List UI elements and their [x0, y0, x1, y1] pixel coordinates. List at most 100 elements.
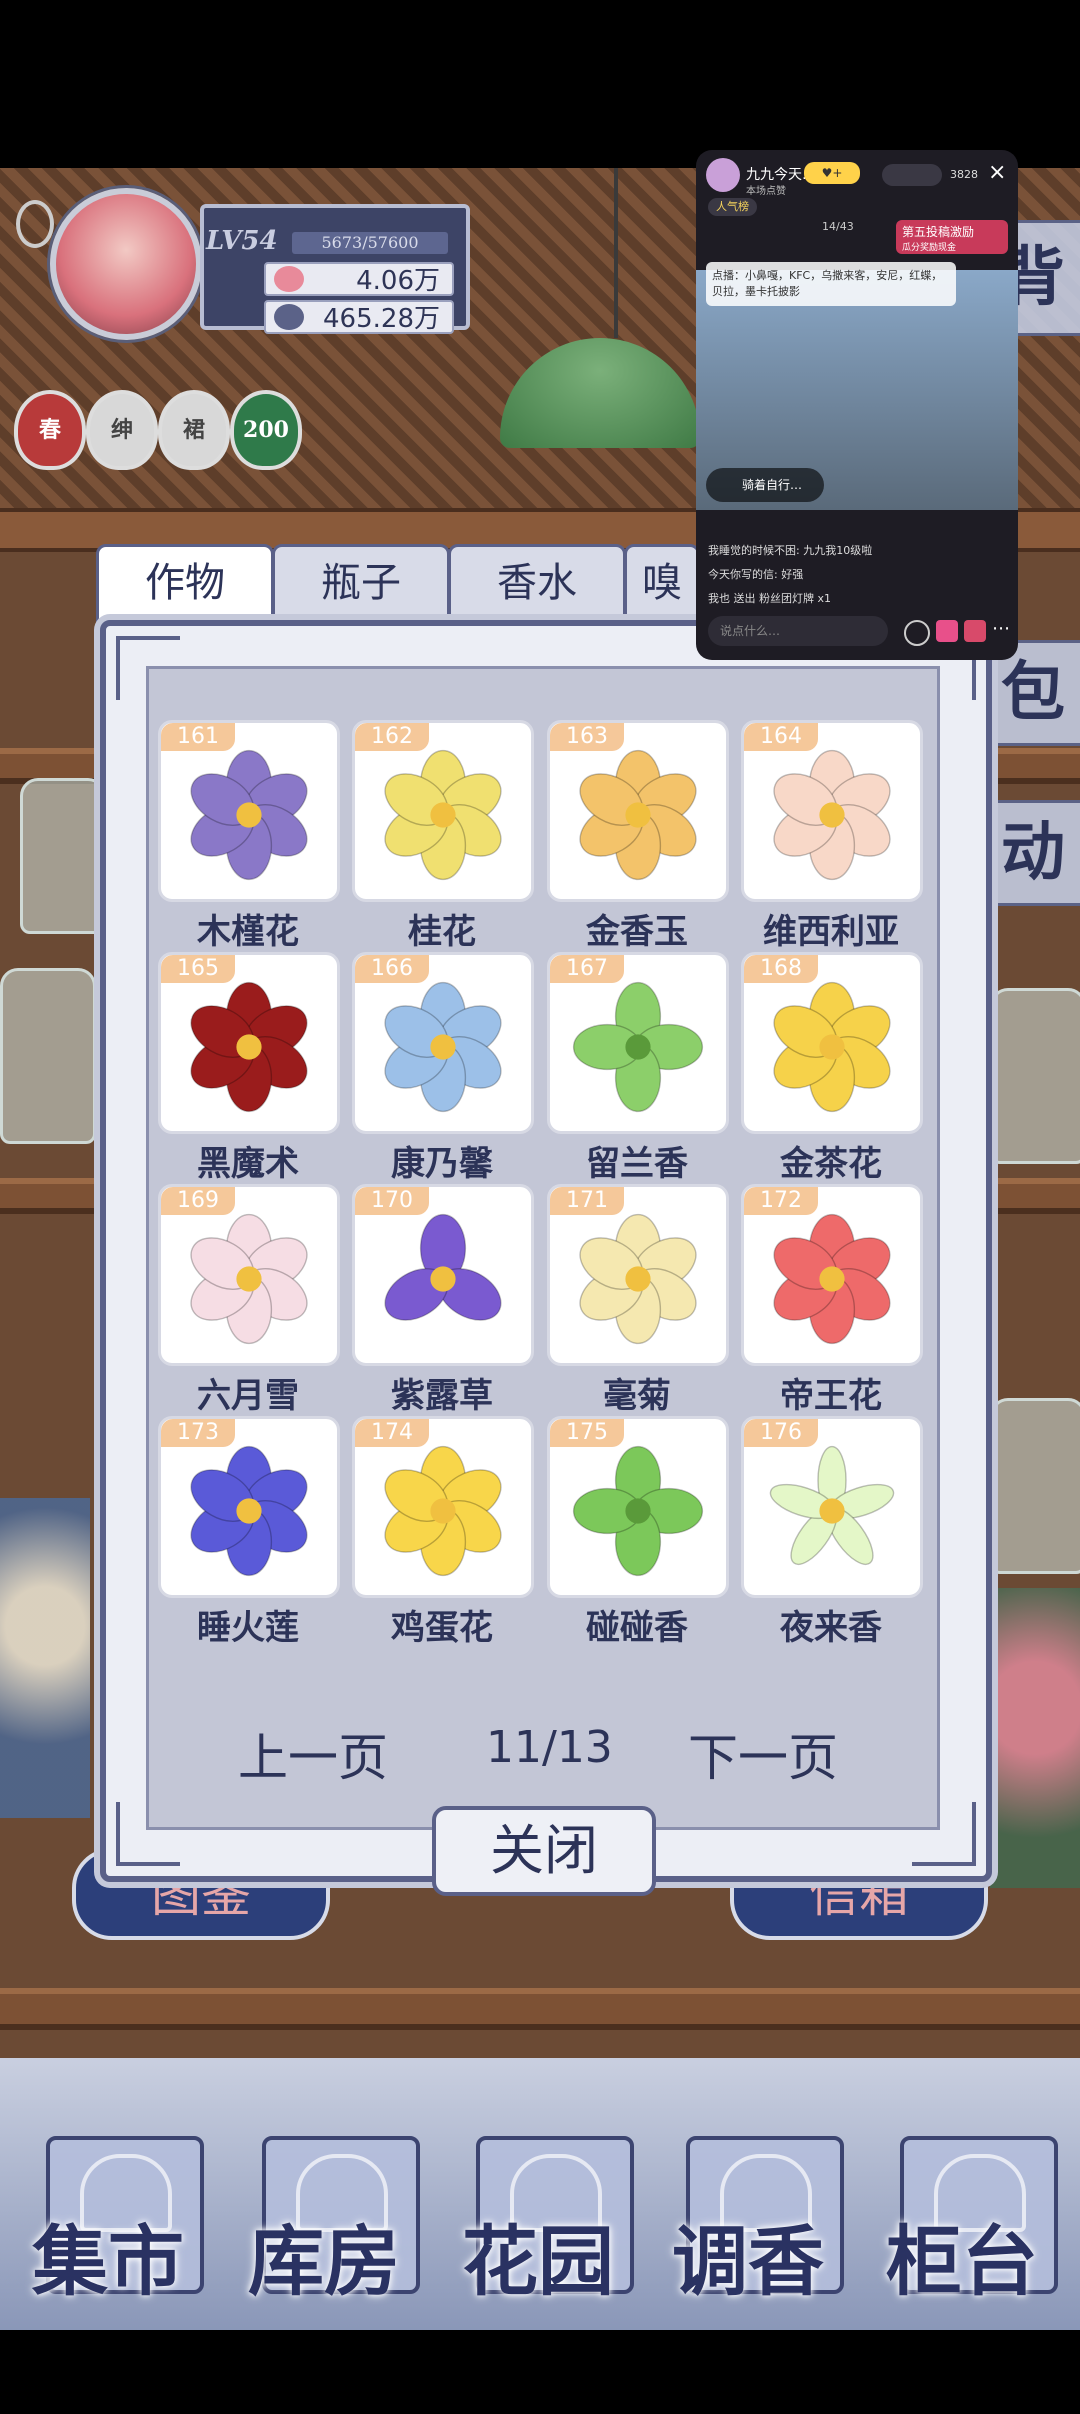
item-card[interactable]: 176: [741, 1416, 923, 1598]
next-page-button[interactable]: 下一页: [688, 1718, 838, 1790]
frame-corner: [912, 1802, 976, 1866]
nav-label: 集市: [32, 2217, 184, 2306]
item-card[interactable]: 167: [547, 952, 729, 1134]
tab-0[interactable]: 作物: [96, 544, 274, 622]
item-card[interactable]: 169: [158, 1184, 340, 1366]
vase-flowers: [990, 1588, 1080, 1888]
item-card[interactable]: 161: [158, 720, 340, 902]
item-card[interactable]: 168: [741, 952, 923, 1134]
streamer-avatar[interactable]: [706, 158, 740, 192]
item-card[interactable]: 170: [352, 1184, 534, 1366]
item-card[interactable]: 175: [547, 1416, 729, 1598]
item-card[interactable]: 172: [741, 1184, 923, 1366]
live-stream-overlay[interactable]: 九九今天… 本场点赞 ♥+ 3828 × 人气榜 14/43 第五投稿激励 瓜分…: [696, 150, 1018, 660]
menu-toggle-icon[interactable]: [16, 200, 54, 248]
tab-3[interactable]: 嗅: [624, 544, 700, 622]
item-name: 留兰香: [586, 1144, 688, 1184]
jar: [990, 988, 1080, 1164]
emoji-icon[interactable]: [904, 620, 930, 646]
side-menu-activity[interactable]: 动: [980, 800, 1080, 906]
close-button[interactable]: 关闭: [432, 1806, 656, 1896]
item-name: 黑魔术: [197, 1144, 299, 1184]
item-name: 夜来香: [780, 1608, 882, 1648]
item-name: 帝王花: [780, 1376, 882, 1416]
item-card[interactable]: 171: [547, 1184, 729, 1366]
chat-message: 今天你写的信: 好强: [708, 568, 804, 581]
more-icon[interactable]: ⋯: [992, 618, 1010, 639]
tab-1[interactable]: 瓶子: [272, 544, 450, 622]
close-icon[interactable]: ×: [988, 160, 1006, 185]
prev-page-button[interactable]: 上一页: [238, 1718, 388, 1790]
item-name: 睡火莲: [197, 1608, 299, 1648]
leaf-cluster-icon: [572, 1445, 704, 1577]
item-name: 康乃馨: [391, 1144, 493, 1184]
star-flower-icon: [769, 1445, 895, 1566]
tab-2[interactable]: 香水: [448, 544, 626, 622]
leaf-currency-icon: [274, 304, 304, 330]
carnation-icon: [384, 981, 502, 1113]
item-card[interactable]: 164: [741, 720, 923, 902]
now-playing[interactable]: 骑着自行…: [706, 468, 824, 502]
chat-message: 我睡觉的时候不困: 九九我10级啦: [708, 544, 873, 557]
buff-badge[interactable]: 绅: [86, 390, 158, 470]
mint-leaf-icon: [572, 981, 704, 1113]
spiderwort-icon: [384, 1213, 502, 1321]
chat-message: 我也 送出 粉丝团灯牌 x1: [708, 592, 831, 605]
nav-label: 花园: [462, 2217, 614, 2306]
page-indicator: 11/13: [486, 1722, 613, 1773]
gift-icon[interactable]: [936, 620, 958, 642]
shelf: [0, 1988, 1080, 2030]
item-name: 金茶花: [780, 1144, 882, 1184]
pinned-message: 点播：小鼻嘎，KFC，乌撒来客，安尼，红蝶，贝拉，墨卡托披影: [706, 262, 956, 306]
task-title: 第五投稿激励: [902, 225, 975, 239]
hibiscus-icon: [190, 749, 308, 881]
buff-badge[interactable]: 200: [230, 390, 302, 470]
blossom-icon: [190, 1213, 308, 1345]
item-name: 维西利亚: [763, 912, 899, 952]
task-banner[interactable]: 第五投稿激励 瓜分奖励现金: [896, 220, 1008, 254]
frame-corner: [116, 1802, 180, 1866]
buff-badge[interactable]: 裙: [158, 390, 230, 470]
item-name: 碰碰香: [586, 1608, 688, 1648]
jar: [20, 778, 106, 934]
popularity-rank[interactable]: 人气榜: [708, 198, 757, 216]
item-name: 桂花: [408, 912, 476, 952]
item-card[interactable]: 163: [547, 720, 729, 902]
chat-input[interactable]: 说点什么…: [708, 616, 888, 646]
plumeria-icon: [384, 1445, 502, 1577]
item-card[interactable]: 162: [352, 720, 534, 902]
player-panel: LV54 5673/57600 4.06万 465.28万: [50, 188, 470, 340]
rose-icon: [579, 749, 697, 881]
player-level: LV54: [206, 226, 278, 256]
task-icon[interactable]: [964, 620, 986, 642]
task-subtitle: 瓜分奖励现金: [902, 243, 957, 253]
task-progress: 14/43: [822, 220, 854, 233]
item-card[interactable]: 165: [158, 952, 340, 1134]
vase-flowers: [0, 1498, 90, 1818]
chrysanthemum-icon: [579, 1213, 697, 1345]
protea-icon: [773, 1213, 891, 1345]
rose-icon: [190, 981, 308, 1113]
rose-icon: [773, 749, 891, 881]
item-name: 毫菊: [603, 1376, 671, 1416]
follow-button[interactable]: ♥+: [804, 162, 860, 184]
frame-corner: [116, 636, 180, 700]
item-name: 紫露草: [391, 1376, 493, 1416]
item-card[interactable]: 174: [352, 1416, 534, 1598]
jar: [0, 968, 96, 1144]
item-card[interactable]: 166: [352, 952, 534, 1134]
jar: [990, 1398, 1080, 1574]
buff-badge[interactable]: 春: [14, 390, 86, 470]
xp-bar: 5673/57600: [292, 232, 448, 254]
nav-label: 柜台: [886, 2217, 1038, 2306]
stream-subtitle: 本场点赞: [746, 186, 786, 197]
item-name: 金香玉: [586, 912, 688, 952]
item-card[interactable]: 173: [158, 1416, 340, 1598]
heart-currency-icon: [274, 266, 304, 292]
player-avatar[interactable]: [50, 188, 202, 340]
nav-label: 调香: [672, 2217, 824, 2306]
camellia-icon: [773, 981, 891, 1113]
viewer-count: 3828: [950, 168, 978, 181]
item-name: 鸡蛋花: [391, 1608, 493, 1648]
item-name: 六月雪: [197, 1376, 299, 1416]
